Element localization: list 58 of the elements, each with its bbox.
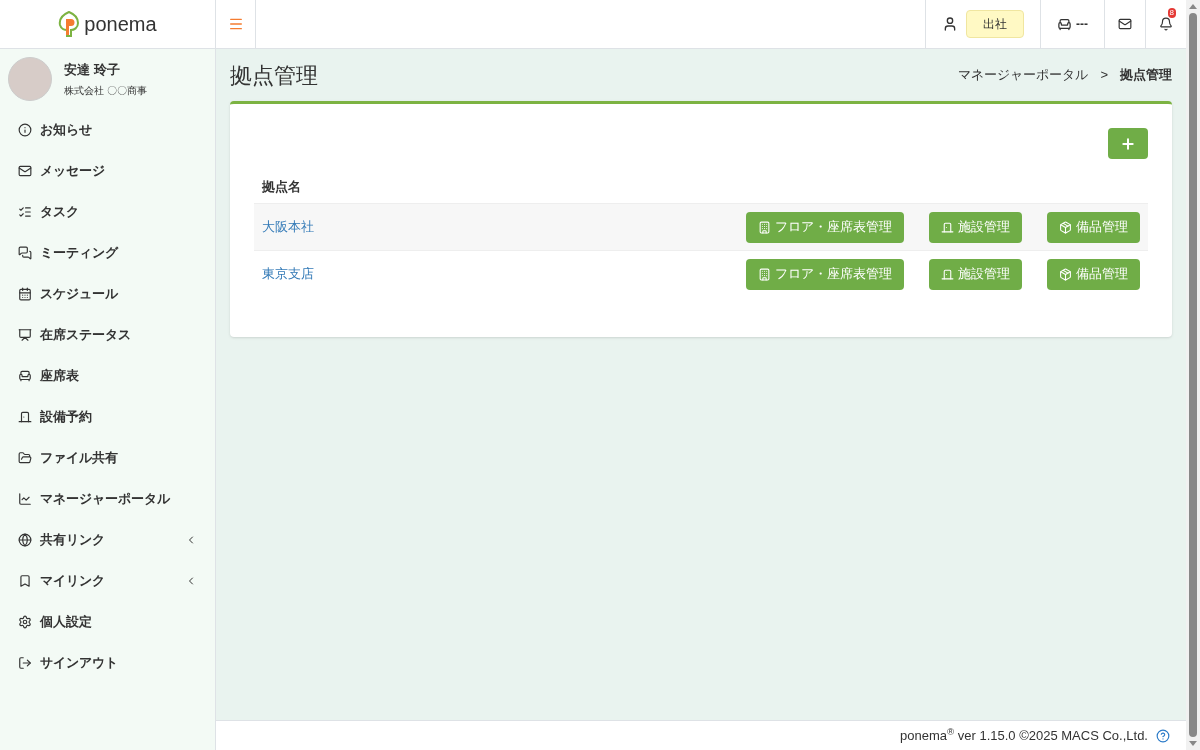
bell-icon [1159,17,1173,31]
footer-text: ponema$^{®}$ ver 1.15.0 ©2025 MACS Co.,Ltd. [899,725,1148,745]
chair-icon [18,368,32,383]
seat-text: --- [1076,16,1088,33]
box-icon [1059,220,1072,234]
presenter-icon [18,327,32,342]
bookmark-icon [18,573,32,588]
box-icon [1059,267,1072,281]
chair-icon[interactable] [1057,16,1072,32]
sign-out-icon [18,655,32,670]
sidebar-item[interactable]: 共有リンク [0,519,215,560]
company-name: 株式会社 〇〇商事 [64,84,147,99]
chat-bubbles-icon [18,245,32,260]
breadcrumb-link[interactable]: マネージャーポータル [958,65,1089,85]
door-icon [941,267,954,281]
building-icon [758,267,771,281]
help-icon[interactable] [1156,728,1170,743]
sidebar-item[interactable]: マイリンク [0,560,215,601]
sidebar-item[interactable]: 設備予約 [0,396,215,437]
brand-name: ponema [84,12,157,37]
calendar-icon [18,286,32,301]
sidebar-item[interactable]: 在席ステータス [0,314,215,355]
location-link[interactable]: 東京支店 [262,264,746,284]
sidebar-item[interactable]: マネージャーポータル [0,478,215,519]
breadcrumb-current: 拠点管理 [1120,66,1172,85]
location-link[interactable]: 大阪本社 [262,217,746,237]
sidebar-item[interactable]: ミーティング [0,232,215,273]
mail-icon [1118,17,1132,31]
breadcrumb-separator: > [1100,66,1108,85]
sidebar-item[interactable]: スケジュール [0,273,215,314]
sidebar-item[interactable]: メッセージ [0,150,215,191]
globe-icon [18,532,32,547]
logo-icon [58,11,81,37]
line-chart-icon [18,491,32,506]
sidebar-item[interactable]: タスク [0,191,215,232]
column-header: 拠点名 [262,178,301,197]
sidebar-item[interactable]: ファイル共有 [0,437,215,478]
user-name: 安達 玲子 [64,60,121,79]
presence-icon[interactable] [942,16,958,32]
page-title: 拠点管理 [230,61,318,90]
sidebar-item[interactable]: サインアウト [0,642,215,683]
settings-icon [18,614,32,629]
attendance-badge[interactable]: 出社 [966,10,1024,38]
sidebar-item[interactable]: 座席表 [0,355,215,396]
sidebar-item[interactable]: お知らせ [0,109,215,150]
sidebar-item[interactable]: 個人設定 [0,601,215,642]
info-icon [18,122,32,137]
menu-icon [227,16,244,32]
checklist-icon [18,204,32,219]
building-icon [758,220,771,234]
mail-icon [18,163,32,178]
add-button[interactable] [1108,128,1148,159]
avatar [8,57,52,101]
door-icon [941,220,954,234]
plus-icon [1120,135,1136,152]
notification-badge: 8 [1167,8,1176,18]
folder-icon [18,450,32,465]
door-icon [18,409,32,424]
